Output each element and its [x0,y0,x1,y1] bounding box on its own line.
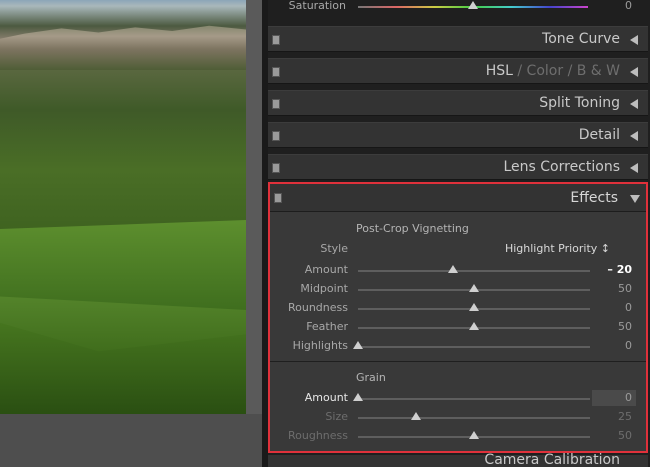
slider-label: Amount [304,263,348,276]
slider-label: Size [325,410,348,423]
slider-track[interactable] [358,398,590,400]
section-toggle-switch[interactable] [274,193,282,203]
saturation-row: Saturation 0 [268,0,648,16]
slider-label: Feather [306,320,348,333]
effects-title: Effects [570,190,618,206]
section-camera-calibration[interactable]: Camera Calibration [268,452,648,467]
slider-value[interactable]: 0 [625,391,632,404]
collapse-arrow-icon[interactable] [630,131,638,141]
slider-track[interactable] [358,417,590,419]
section-title-camera-calibration: Camera Calibration [484,452,620,467]
slider-value[interactable]: 25 [618,410,632,423]
section-toggle-switch[interactable] [272,99,280,109]
tab-hsl[interactable]: HSL [486,63,513,79]
photo-preview[interactable] [0,0,246,414]
photo-hill [0,322,246,414]
section-title-hsl: HSL / Color / B & W [486,63,620,79]
slider-thumb[interactable] [469,284,479,292]
canvas-bottom-strip [0,414,262,467]
slider-track[interactable] [358,270,590,272]
slider-row-amount: Amount 0 [270,389,646,408]
slider-row-size: Size 25 [270,408,646,427]
tab-bw[interactable]: B & W [577,63,620,79]
image-canvas-area [0,0,262,467]
slider-row-midpoint: Midpoint 50 [270,280,646,299]
photo-field [0,220,246,310]
slider-row-roundness: Roundness 0 [270,299,646,318]
grain-heading: Grain [356,371,386,384]
style-label: Style [320,242,348,255]
section-toggle-switch[interactable] [272,67,280,77]
section-detail[interactable]: Detail [268,122,648,148]
style-dropdown[interactable]: Highlight Priority ↕ [505,242,610,255]
slider-thumb[interactable] [469,322,479,330]
effects-panel: Effects Post-Crop Vignetting Style Highl… [268,182,648,453]
slider-thumb[interactable] [353,393,363,401]
slider-thumb[interactable] [353,341,363,349]
photo-ridge [0,25,246,70]
slider-value[interactable]: – 20 [607,263,632,276]
tab-color[interactable]: Color [527,63,564,79]
section-title-lens-corrections: Lens Corrections [503,159,620,175]
slider-thumb[interactable] [448,265,459,273]
slider-value[interactable]: 0 [625,301,632,314]
slider-label: Highlights [292,339,348,352]
slider-label: Roughness [287,429,348,442]
section-lens-corrections[interactable]: Lens Corrections [268,154,648,180]
section-title-tone-curve: Tone Curve [542,31,620,47]
slider-value[interactable]: 50 [618,320,632,333]
section-title-split-toning: Split Toning [539,95,620,111]
effects-header[interactable]: Effects [270,184,646,212]
expand-arrow-icon[interactable] [630,195,640,203]
section-toggle-switch[interactable] [272,35,280,45]
collapse-arrow-icon[interactable] [630,67,638,77]
saturation-label: Saturation [288,0,346,12]
slider-value[interactable]: 50 [618,282,632,295]
saturation-thumb[interactable] [468,1,478,9]
section-title-detail: Detail [578,127,620,143]
slider-row-highlights: Highlights 0 [270,337,646,356]
tab-separator: / [567,63,573,79]
slider-row-feather: Feather 50 [270,318,646,337]
section-split-toning[interactable]: Split Toning [268,90,648,116]
slider-thumb[interactable] [469,431,479,439]
slider-value[interactable]: 0 [625,339,632,352]
tab-separator: / [517,63,523,79]
slider-value[interactable]: 50 [618,429,632,442]
slider-label: Midpoint [300,282,348,295]
slider-label: Roundness [287,301,348,314]
slider-thumb[interactable] [411,412,421,420]
section-divider [270,361,646,362]
slider-thumb[interactable] [469,303,479,311]
collapse-arrow-icon[interactable] [630,99,638,109]
collapse-arrow-icon[interactable] [630,35,638,45]
slider-label: Amount [304,391,348,404]
section-toggle-switch[interactable] [272,131,280,141]
section-tone-curve[interactable]: Tone Curve [268,26,648,52]
slider-row-amount: Amount – 20 [270,261,646,280]
style-row: Style Highlight Priority ↕ [270,240,646,259]
section-hsl[interactable]: HSL / Color / B & W [268,58,648,84]
collapse-arrow-icon[interactable] [630,163,638,173]
vignette-heading: Post-Crop Vignetting [356,222,469,235]
section-toggle-switch[interactable] [272,163,280,173]
slider-track[interactable] [358,346,590,348]
slider-row-roughness: Roughness 50 [270,427,646,446]
saturation-value[interactable]: 0 [625,0,632,12]
